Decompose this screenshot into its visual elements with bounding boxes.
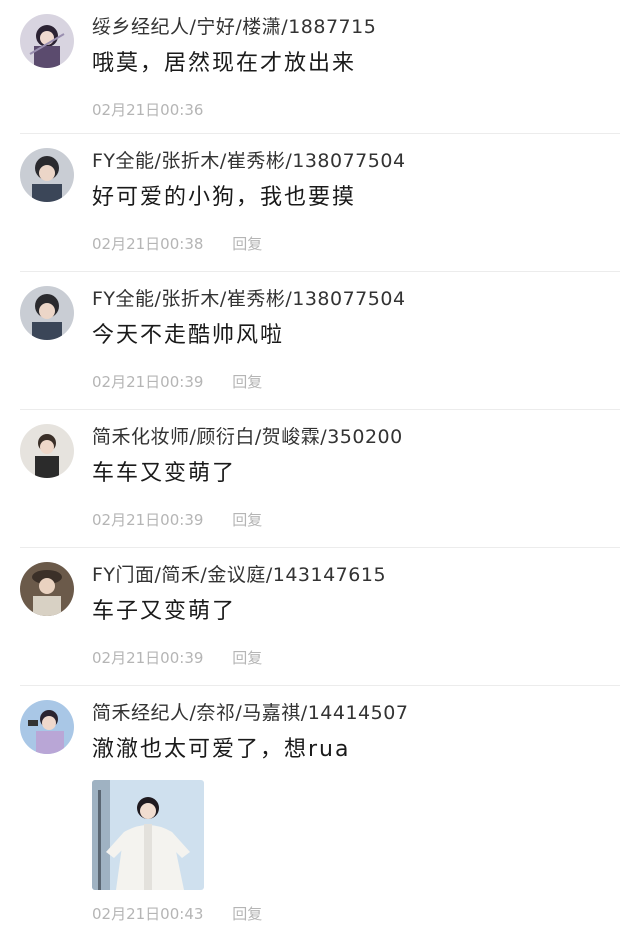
author-name[interactable]: FY门面/简禾/金议庭/143147615	[92, 564, 620, 586]
comment-item: FY门面/简禾/金议庭/143147615 车子又变萌了 02月21日00:39…	[0, 548, 640, 686]
author-name[interactable]: 简禾经纪人/奈祁/马嘉祺/14414507	[92, 702, 620, 724]
author-name[interactable]: FY全能/张折木/崔秀彬/138077504	[92, 288, 620, 310]
comment-text: 澈澈也太可爱了，想rua	[92, 737, 351, 762]
avatar[interactable]	[20, 286, 74, 340]
comment-item: 简禾经纪人/奈祁/马嘉祺/14414507 澈澈也太可爱了，想rua 02月21…	[0, 686, 640, 924]
reply-button[interactable]: 回复	[232, 235, 262, 253]
comment-feed: 绥乡经纪人/宁好/楼潇/1887715 哦莫，居然现在才放出来 02月21日00…	[0, 0, 640, 924]
comment-meta: 02月21日00:39 回复	[92, 510, 620, 530]
comment-meta: 02月21日00:43 回复	[92, 904, 620, 924]
avatar[interactable]	[20, 148, 74, 202]
author-name[interactable]: 绥乡经纪人/宁好/楼潇/1887715	[92, 16, 620, 38]
reply-button[interactable]: 回复	[232, 905, 262, 923]
author-name[interactable]: FY全能/张折木/崔秀彬/138077504	[92, 150, 620, 172]
comment-text: 车车又变萌了	[92, 461, 237, 486]
attached-photo[interactable]	[92, 780, 204, 890]
comment-item: FY全能/张折木/崔秀彬/138077504 好可爱的小狗，我也要摸 02月21…	[0, 134, 640, 272]
comment-text: 今天不走酷帅风啦	[92, 323, 285, 348]
author-name[interactable]: 简禾化妆师/顾衍白/贺峻霖/350200	[92, 426, 620, 448]
comment-meta: 02月21日00:39 回复	[92, 372, 620, 392]
comment-meta: 02月21日00:38 回复	[92, 234, 620, 254]
comment-text: 好可爱的小狗，我也要摸	[92, 185, 357, 210]
comment-text: 哦莫，居然现在才放出来	[92, 51, 357, 76]
reply-button[interactable]: 回复	[232, 649, 262, 667]
comment-item: FY全能/张折木/崔秀彬/138077504 今天不走酷帅风啦 02月21日00…	[0, 272, 640, 410]
avatar[interactable]	[20, 424, 74, 478]
avatar[interactable]	[20, 562, 74, 616]
comment-meta: 02月21日00:39 回复	[92, 648, 620, 668]
reply-button[interactable]: 回复	[232, 373, 262, 391]
timestamp: 02月21日00:39	[92, 373, 204, 391]
avatar[interactable]	[20, 14, 74, 68]
timestamp: 02月21日00:43	[92, 905, 204, 923]
comment-item: 绥乡经纪人/宁好/楼潇/1887715 哦莫，居然现在才放出来 02月21日00…	[0, 0, 640, 134]
avatar[interactable]	[20, 700, 74, 754]
comment-text: 车子又变萌了	[92, 599, 237, 624]
timestamp: 02月21日00:36	[92, 101, 204, 119]
timestamp: 02月21日00:39	[92, 511, 204, 529]
comment-item: 简禾化妆师/顾衍白/贺峻霖/350200 车车又变萌了 02月21日00:39 …	[0, 410, 640, 548]
timestamp: 02月21日00:39	[92, 649, 204, 667]
reply-button[interactable]: 回复	[232, 511, 262, 529]
comment-meta: 02月21日00:36	[92, 100, 620, 120]
timestamp: 02月21日00:38	[92, 235, 204, 253]
